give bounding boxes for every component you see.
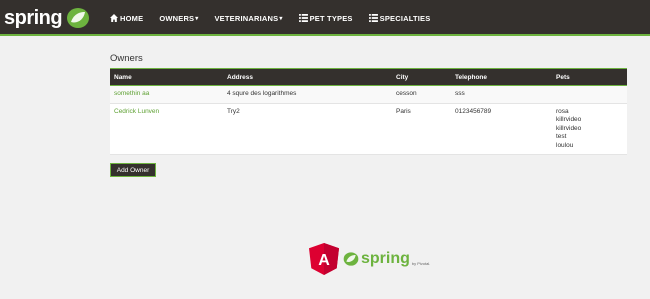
owner-city-cell: Paris bbox=[392, 103, 451, 155]
brand-name: spring bbox=[4, 6, 63, 29]
column-header-pets: Pets bbox=[552, 68, 627, 86]
pet-name: test bbox=[556, 133, 567, 140]
nav-home-label: HOME bbox=[120, 13, 144, 23]
column-header-name: Name bbox=[110, 68, 223, 86]
owner-pets-cell bbox=[552, 85, 627, 104]
nav-pet-types[interactable]: PET TYPES bbox=[298, 13, 353, 23]
owner-telephone-cell: sss bbox=[451, 85, 552, 104]
nav-veterinarians-label: VETERINARIANS bbox=[214, 13, 279, 23]
owner-city-cell: cesson bbox=[392, 85, 451, 104]
spring-leaf-icon bbox=[67, 8, 90, 28]
pet-name: loulou bbox=[556, 141, 574, 149]
list-icon bbox=[368, 14, 378, 22]
main-nav: HOME OWNERS ▾ VETERINARIANS ▾ PET TYPES … bbox=[110, 0, 446, 36]
owners-table: Name Address City Telephone Pets somethi… bbox=[110, 68, 627, 155]
add-owner-button[interactable]: Add Owner bbox=[110, 163, 156, 177]
table-row: Cedrick Lunven Try2 Paris 0123456789 ros… bbox=[110, 103, 627, 155]
owner-address-cell: 4 squre des logarithmes bbox=[223, 85, 392, 104]
nav-specialties[interactable]: SPECIALTIES bbox=[368, 13, 431, 23]
owner-telephone-cell: 0123456789 bbox=[451, 103, 552, 155]
home-icon bbox=[110, 14, 118, 22]
list-icon bbox=[298, 14, 308, 22]
owner-pets-cell: rosa killrvideo killrvideo test loulou bbox=[552, 103, 627, 155]
spring-footer-text: spring bbox=[361, 250, 410, 267]
owner-name-cell: Cedrick Lunven bbox=[110, 103, 223, 155]
table-row: somethin aa 4 squre des logarithmes cess… bbox=[110, 85, 627, 104]
chevron-down-icon: ▾ bbox=[279, 15, 283, 22]
brand-logo[interactable]: spring bbox=[4, 5, 90, 31]
owner-name-cell: somethin aa bbox=[110, 85, 223, 104]
spring-footer-logo: spring by Pivotal. bbox=[343, 250, 430, 268]
nav-home[interactable]: HOME bbox=[110, 14, 143, 23]
pet-name: rosa bbox=[556, 107, 569, 115]
page-title: Owners bbox=[110, 53, 143, 64]
owner-link[interactable]: Cedrick Lunven bbox=[114, 108, 159, 115]
column-header-telephone: Telephone bbox=[451, 68, 552, 86]
column-header-city: City bbox=[392, 68, 451, 86]
pet-name: killrvideo bbox=[556, 116, 582, 123]
owner-address-cell: Try2 bbox=[223, 103, 392, 155]
pet-name: killrvideo bbox=[556, 124, 582, 132]
nav-owners-label: OWNERS bbox=[159, 13, 195, 23]
column-header-address: Address bbox=[223, 68, 392, 86]
nav-veterinarians[interactable]: VETERINARIANS ▾ bbox=[214, 14, 282, 23]
angular-letter: A bbox=[318, 252, 330, 269]
angular-logo-icon: A bbox=[309, 243, 339, 275]
navbar: spring HOME OWNERS ▾ VETERINARIANS ▾ PET… bbox=[0, 0, 650, 36]
table-header-row: Name Address City Telephone Pets bbox=[110, 68, 627, 86]
spring-leaf-icon bbox=[343, 252, 359, 266]
pivotal-text: by Pivotal. bbox=[411, 260, 431, 266]
owner-link[interactable]: somethin aa bbox=[114, 90, 149, 97]
nav-specialties-label: SPECIALTIES bbox=[379, 13, 431, 23]
footer-logos: A spring by Pivotal. bbox=[309, 242, 430, 276]
nav-owners[interactable]: OWNERS ▾ bbox=[159, 14, 198, 23]
chevron-down-icon: ▾ bbox=[195, 15, 199, 22]
nav-pet-types-label: PET TYPES bbox=[309, 13, 353, 23]
